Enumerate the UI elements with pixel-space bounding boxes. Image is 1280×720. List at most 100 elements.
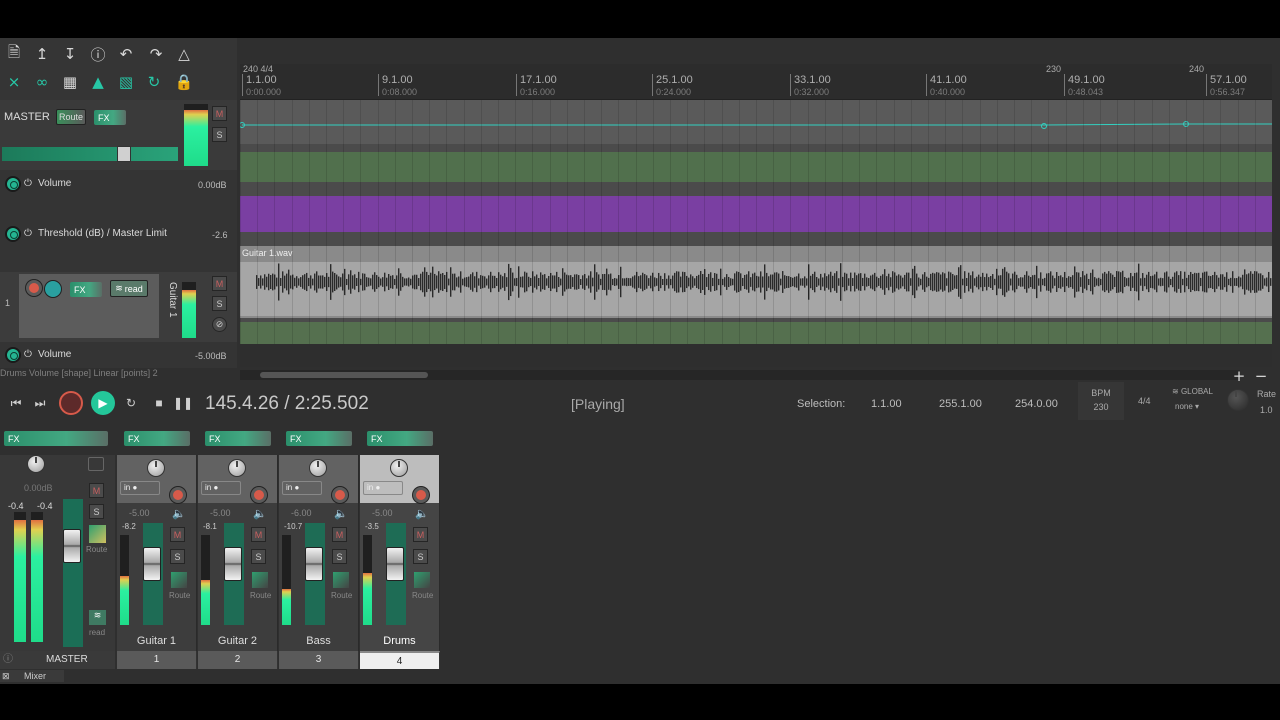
power-icon[interactable]: ⏻ bbox=[24, 228, 32, 239]
track-number-tab[interactable]: 3 bbox=[279, 651, 359, 669]
record-arm-button[interactable] bbox=[251, 487, 267, 503]
volume-readout[interactable]: -5.00 bbox=[210, 508, 231, 518]
tempo-marker[interactable]: 230 bbox=[1046, 64, 1061, 74]
envelope-arm-icon[interactable] bbox=[5, 176, 21, 192]
route-icon[interactable] bbox=[414, 572, 430, 588]
pause-icon[interactable]: ❚❚ bbox=[172, 392, 194, 414]
zoom-out-icon[interactable]: − bbox=[1252, 365, 1270, 387]
record-arm-button[interactable] bbox=[413, 487, 429, 503]
project-info-icon[interactable]: ⓘ bbox=[86, 43, 110, 65]
master-volume-slider[interactable] bbox=[2, 146, 178, 162]
master-route-button[interactable]: Route bbox=[56, 109, 86, 125]
master-pan-knob[interactable] bbox=[27, 455, 45, 473]
mute-button[interactable]: M bbox=[413, 527, 428, 542]
volume-fader[interactable] bbox=[305, 547, 323, 581]
input-select[interactable]: in ● bbox=[282, 481, 322, 495]
input-select[interactable]: in ● bbox=[120, 481, 160, 495]
track-number-tab[interactable]: 4 bbox=[360, 651, 440, 669]
mixer-strip-drums[interactable]: in ● -5.00 🔈 -3.5 M S Route Drums bbox=[360, 455, 440, 651]
grid-icon[interactable]: ▦ bbox=[58, 71, 82, 93]
record-arm-button[interactable] bbox=[170, 487, 186, 503]
route-icon[interactable] bbox=[252, 572, 268, 588]
selection-start[interactable]: 1.1.00 bbox=[871, 398, 902, 410]
arrange-view[interactable]: 240 4/4 230 240 1.1.00 0:00.000 9.1.00 0:08… bbox=[240, 64, 1272, 367]
envelope-panel-track-volume[interactable]: ⏻ Volume -5.00dB bbox=[0, 342, 237, 368]
new-project-icon[interactable]: 🗎 bbox=[2, 43, 26, 65]
master-mixer-fx-button[interactable]: FX bbox=[4, 431, 108, 446]
speaker-icon[interactable]: 🔈 bbox=[334, 507, 348, 520]
track-name[interactable]: Bass bbox=[279, 635, 358, 647]
stop-icon[interactable]: ■ bbox=[148, 392, 170, 414]
tempo-marker[interactable]: 240 bbox=[1189, 64, 1204, 74]
zoom-in-icon[interactable]: + bbox=[1230, 365, 1248, 387]
metronome-icon[interactable]: △ bbox=[172, 43, 196, 65]
automation-mode-button[interactable]: ≋ read bbox=[110, 280, 148, 297]
mute-button[interactable]: M bbox=[251, 527, 266, 542]
record-arm-button[interactable] bbox=[332, 487, 348, 503]
volume-fader[interactable] bbox=[224, 547, 242, 581]
pan-knob[interactable] bbox=[390, 459, 408, 477]
record-arm-button[interactable] bbox=[26, 280, 42, 296]
mono-stereo-icon[interactable] bbox=[88, 457, 104, 471]
ruler-mark[interactable]: 57.1.00 0:56.347 bbox=[1206, 74, 1247, 97]
envelope-arm-icon[interactable] bbox=[5, 347, 21, 363]
solo-button[interactable]: S bbox=[170, 549, 185, 564]
undo-icon[interactable]: ↶ bbox=[114, 43, 138, 65]
save-project-icon[interactable]: ↧ bbox=[58, 43, 82, 65]
volume-fader[interactable] bbox=[386, 547, 404, 581]
envelope-value[interactable]: -5.00dB bbox=[195, 351, 227, 361]
solo-button[interactable]: S bbox=[251, 549, 266, 564]
master-fader[interactable] bbox=[63, 529, 81, 563]
master-mute-button[interactable]: M bbox=[212, 106, 227, 121]
track-number-tab[interactable]: 2 bbox=[198, 651, 278, 669]
power-icon[interactable]: ⏻ bbox=[24, 349, 32, 360]
mixer-fx-button-1[interactable]: FX bbox=[124, 431, 190, 446]
track-name[interactable]: Guitar 1 bbox=[117, 635, 196, 647]
selection-length[interactable]: 254.0.00 bbox=[1015, 398, 1058, 410]
fader-track[interactable] bbox=[224, 523, 244, 625]
global-automation-value[interactable]: none ▾ bbox=[1175, 402, 1199, 411]
ruler-mark[interactable]: 9.1.00 0:08.000 bbox=[378, 74, 417, 97]
envelope-panel-volume[interactable]: ⏻ Volume 0.00dB bbox=[0, 170, 237, 214]
go-to-start-icon[interactable]: ⏮ bbox=[5, 392, 27, 414]
envelope-arm-icon[interactable] bbox=[5, 226, 21, 242]
timeline-ruler[interactable]: 240 4/4 230 240 1.1.00 0:00.000 9.1.00 0:08… bbox=[240, 64, 1272, 100]
close-icon[interactable]: ⊠ bbox=[2, 670, 10, 682]
speaker-icon[interactable]: 🔈 bbox=[253, 507, 267, 520]
pan-knob[interactable] bbox=[309, 459, 327, 477]
volume-readout[interactable]: -6.00 bbox=[291, 508, 312, 518]
track-fx-button[interactable]: FX bbox=[70, 282, 102, 297]
volume-readout[interactable]: -5.00 bbox=[372, 508, 393, 518]
volume-fader[interactable] bbox=[143, 547, 161, 581]
master-mixer-mute[interactable]: M bbox=[89, 483, 104, 498]
envelope-value[interactable]: -2.6 bbox=[212, 230, 228, 240]
solo-button[interactable]: S bbox=[332, 549, 347, 564]
mixer-strip-bass[interactable]: in ● -6.00 🔈 -10.7 M S Route Bass bbox=[279, 455, 359, 651]
mixer-strip-guitar-2[interactable]: in ● -5.00 🔈 -8.1 M S Route Guitar 2 bbox=[198, 455, 278, 651]
mixer-strip-guitar-1[interactable]: in ● -5.00 🔈 -8.2 M S Route Guitar 1 bbox=[117, 455, 197, 651]
grid-dots-icon[interactable]: ▧ bbox=[114, 71, 138, 93]
master-route-icon[interactable] bbox=[89, 525, 106, 543]
power-icon[interactable]: ⏻ bbox=[24, 178, 32, 189]
ruler-mark[interactable]: 25.1.00 0:24.000 bbox=[652, 74, 693, 97]
selection-end[interactable]: 255.1.00 bbox=[939, 398, 982, 410]
volume-readout[interactable]: -5.00 bbox=[129, 508, 150, 518]
master-track-panel[interactable]: MASTER Route FX M S bbox=[0, 100, 237, 170]
fader-track[interactable] bbox=[305, 523, 325, 625]
master-fx-button[interactable]: FX bbox=[94, 110, 126, 125]
track-number-tab[interactable]: 1 bbox=[117, 651, 197, 669]
master-volume-readout[interactable]: 0.00dB bbox=[24, 483, 53, 493]
media-item-name[interactable]: Guitar 1.wav bbox=[242, 248, 293, 258]
envelope-icon[interactable]: ▲ bbox=[86, 71, 110, 93]
loop-icon[interactable]: ↻ bbox=[142, 71, 166, 93]
time-signature[interactable]: 4/4 bbox=[1138, 396, 1151, 406]
mute-button[interactable]: M bbox=[332, 527, 347, 542]
route-icon[interactable] bbox=[171, 572, 187, 588]
ruler-mark[interactable]: 49.1.00 0:48.043 bbox=[1064, 74, 1105, 97]
snap-icon[interactable]: ⨯ bbox=[2, 71, 26, 93]
envelope-value[interactable]: 0.00dB bbox=[198, 180, 227, 190]
speaker-icon[interactable]: 🔈 bbox=[415, 507, 429, 520]
track-mute-button[interactable]: M bbox=[212, 276, 227, 291]
mixer-fx-button-3[interactable]: FX bbox=[286, 431, 352, 446]
input-select[interactable]: in ● bbox=[201, 481, 241, 495]
